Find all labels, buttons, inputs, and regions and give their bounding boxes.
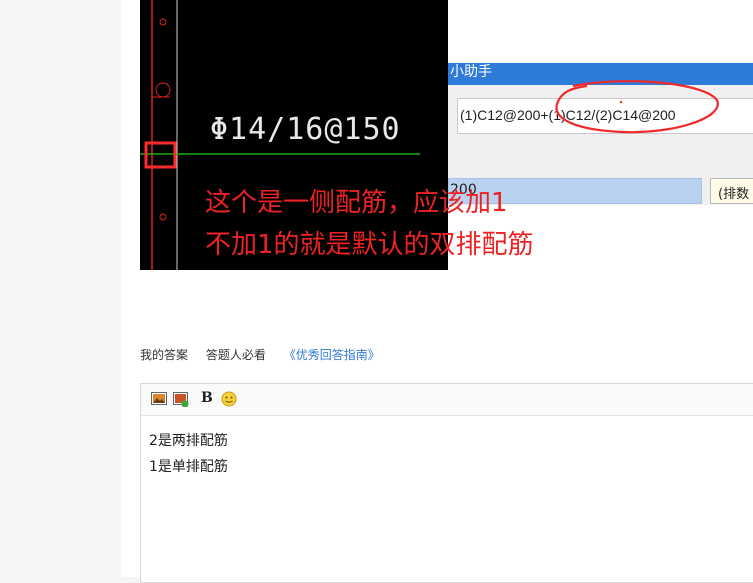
dialog-tooltip-text: (排数 [718,187,750,202]
emoji-icon[interactable] [221,391,237,407]
insert-image-icon[interactable] [151,392,167,405]
editor-toolbar: B [141,384,753,416]
editor-line: 1是单排配筋 [149,459,228,475]
annotation-line-2: 不加1的就是默认的双排配筋 [205,230,534,260]
dialog-title: 小助手 [450,64,492,80]
editor-line: 2是两排配筋 [149,433,228,449]
answer-tabs: 我的答案 答题人必看 《优秀回答指南》 [140,346,380,363]
cad-rebar-label: Φ14/16@150 [210,112,401,147]
insert-photo-icon[interactable] [173,392,189,407]
editor-content[interactable]: 2是两排配筋 1是单排配筋 [141,416,753,492]
red-circle-annotation [555,80,719,134]
tab-my-answer[interactable]: 我的答案 [140,348,188,362]
answer-editor[interactable]: B 2是两排配筋 1是单排配筋 [140,383,753,583]
annotation-line-1: 这个是一侧配筋，应该加1 [205,188,508,218]
tab-must-read[interactable]: 答题人必看 [206,348,266,362]
bold-icon[interactable]: B [201,390,213,406]
guide-link[interactable]: 《优秀回答指南》 [284,348,380,362]
